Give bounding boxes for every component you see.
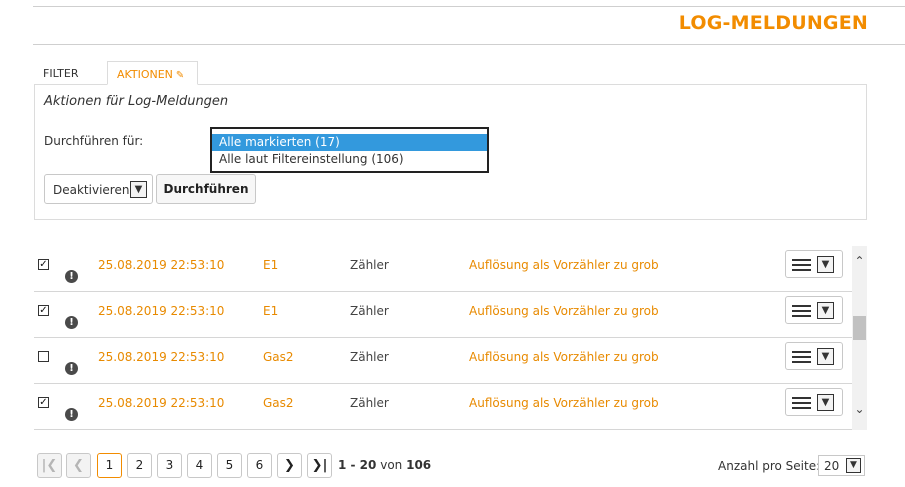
pagination-of: von — [380, 458, 403, 472]
page-button-1[interactable]: 1 — [97, 453, 122, 478]
hamburger-icon — [792, 351, 811, 363]
page-button-5[interactable]: 5 — [217, 453, 242, 478]
row-date[interactable]: 25.08.2019 22:53:10 — [98, 304, 224, 318]
pagination-range: 1 - 20 — [338, 458, 377, 472]
page-button-2[interactable]: 2 — [127, 453, 152, 478]
top-divider — [33, 6, 905, 7]
hamburger-icon — [792, 305, 811, 317]
next-page-button[interactable]: ❯ — [277, 453, 302, 478]
row-device[interactable]: Gas2 — [263, 350, 294, 364]
first-page-button[interactable]: |❮ — [37, 453, 62, 478]
row-type: Zähler — [350, 396, 389, 410]
per-page-label: Anzahl pro Seite: — [718, 459, 821, 473]
page-button-6[interactable]: 6 — [247, 453, 272, 478]
page-button-4[interactable]: 4 — [187, 453, 212, 478]
page-button-3[interactable]: 3 — [157, 453, 182, 478]
chevron-up-icon[interactable]: ⌃ — [852, 254, 867, 270]
row-checkbox[interactable]: ✓ — [38, 397, 49, 408]
tab-filter[interactable]: FILTER — [34, 61, 107, 85]
chevron-down-icon: ▼ — [817, 302, 834, 319]
log-table: ✓ ! 25.08.2019 22:53:10 E1 Zähler Auflös… — [34, 246, 852, 430]
table-row: ✓ ! 25.08.2019 22:53:10 Gas2 Zähler Aufl… — [34, 384, 852, 430]
hamburger-icon — [792, 259, 811, 271]
row-date[interactable]: 25.08.2019 22:53:10 — [98, 258, 224, 272]
row-type: Zähler — [350, 258, 389, 272]
row-type: Zähler — [350, 304, 389, 318]
row-message[interactable]: Auflösung als Vorzähler zu grob — [469, 396, 659, 410]
scope-option-marked[interactable]: Alle markierten (17) — [212, 134, 487, 151]
tab-filter-label: FILTER — [43, 67, 79, 80]
page-title: LOG-MELDUNGEN — [678, 12, 868, 34]
row-device[interactable]: E1 — [263, 258, 278, 272]
row-message[interactable]: Auflösung als Vorzähler zu grob — [469, 258, 659, 272]
scope-label: Durchführen für: — [44, 134, 144, 148]
first-page-icon: |❮ — [41, 458, 58, 473]
action-select-value: Deaktivieren — [53, 183, 130, 197]
chevron-down-icon: ▼ — [130, 181, 147, 198]
last-page-button[interactable]: ❯| — [307, 453, 332, 478]
chevron-down-icon: ▼ — [817, 394, 834, 411]
row-type: Zähler — [350, 350, 389, 364]
row-menu-button[interactable]: ▼ — [785, 388, 843, 416]
per-page-value: 20 — [824, 459, 840, 473]
row-menu-button[interactable]: ▼ — [785, 296, 843, 324]
pagination-summary: 1 - 20 von 106 — [338, 458, 431, 472]
table-scrollbar[interactable]: ⌃ ⌄ — [852, 246, 867, 430]
panel-heading: Aktionen für Log-Meldungen — [44, 94, 229, 109]
chevron-down-icon: ▼ — [846, 458, 861, 473]
per-page-select[interactable]: 20 ▼ — [818, 455, 865, 476]
pagination-total: 106 — [406, 458, 432, 472]
pin-icon: ✎ — [175, 70, 185, 81]
action-select[interactable]: Deaktivieren ▼ — [44, 174, 153, 204]
row-device[interactable]: Gas2 — [263, 396, 294, 410]
row-menu-button[interactable]: ▼ — [785, 342, 843, 370]
last-page-icon: ❯| — [311, 458, 328, 473]
row-message[interactable]: Auflösung als Vorzähler zu grob — [469, 304, 659, 318]
row-date[interactable]: 25.08.2019 22:53:10 — [98, 396, 224, 410]
header-divider — [33, 44, 905, 45]
row-checkbox[interactable]: ✓ — [38, 305, 49, 316]
warning-icon: ! — [65, 362, 78, 375]
chevron-right-icon: ❯ — [284, 458, 295, 473]
hamburger-icon — [792, 397, 811, 409]
scope-option-filter[interactable]: Alle laut Filtereinstellung (106) — [212, 151, 487, 168]
tab-actions-label: AKTIONEN — [117, 68, 173, 81]
table-row: ✓ ! 25.08.2019 22:53:10 E1 Zähler Auflös… — [34, 292, 852, 338]
row-checkbox[interactable] — [38, 351, 49, 362]
chevron-left-icon: ❮ — [73, 458, 84, 473]
chevron-down-icon[interactable]: ⌄ — [852, 402, 867, 418]
warning-icon: ! — [65, 316, 78, 329]
row-message[interactable]: Auflösung als Vorzähler zu grob — [469, 350, 659, 364]
run-button[interactable]: Durchführen — [156, 174, 256, 204]
prev-page-button[interactable]: ❮ — [66, 453, 91, 478]
table-row: ✓ ! 25.08.2019 22:53:10 E1 Zähler Auflös… — [34, 246, 852, 292]
warning-icon: ! — [65, 270, 78, 283]
warning-icon: ! — [65, 408, 78, 421]
chevron-down-icon: ▼ — [817, 348, 834, 365]
row-menu-button[interactable]: ▼ — [785, 250, 843, 278]
scrollbar-thumb[interactable] — [853, 316, 866, 340]
row-checkbox[interactable]: ✓ — [38, 259, 49, 270]
row-device[interactable]: E1 — [263, 304, 278, 318]
row-date[interactable]: 25.08.2019 22:53:10 — [98, 350, 224, 364]
scope-listbox[interactable]: Alle markierten (17) Alle laut Filterein… — [210, 127, 489, 173]
tab-actions[interactable]: AKTIONEN ✎ — [107, 61, 198, 85]
chevron-down-icon: ▼ — [817, 256, 834, 273]
table-row: ! 25.08.2019 22:53:10 Gas2 Zähler Auflös… — [34, 338, 852, 384]
